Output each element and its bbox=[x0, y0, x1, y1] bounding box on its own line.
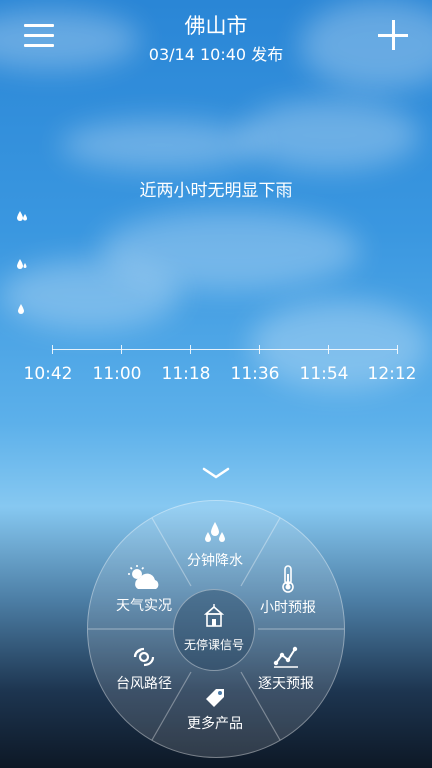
precipitation-summary: 近两小时无明显下雨 bbox=[139, 181, 293, 201]
rain-moderate-icon bbox=[17, 259, 27, 269]
school-icon bbox=[204, 604, 224, 627]
trend-line-icon bbox=[273, 646, 298, 668]
typhoon-icon bbox=[133, 647, 155, 667]
weather-observation-button[interactable]: 天气实况 bbox=[99, 565, 189, 615]
minute-precip-button[interactable]: 分钟降水 bbox=[170, 522, 260, 570]
time-label: 10:42 bbox=[23, 364, 73, 384]
time-label: 11:54 bbox=[299, 364, 349, 384]
segment-label: 更多产品 bbox=[187, 716, 243, 732]
daily-forecast-button[interactable]: 逐天预报 bbox=[241, 645, 331, 693]
axis-tick bbox=[259, 345, 260, 354]
time-label: 11:18 bbox=[161, 364, 211, 384]
axis-tick bbox=[397, 345, 398, 354]
time-label: 11:36 bbox=[230, 364, 280, 384]
axis-tick bbox=[121, 345, 122, 354]
segment-label: 天气实况 bbox=[116, 598, 172, 614]
time-axis bbox=[52, 349, 398, 350]
publish-time: 03/14 10:40 发布 bbox=[148, 45, 284, 64]
thermometer-icon bbox=[282, 565, 294, 593]
tag-icon bbox=[206, 689, 224, 707]
rain-light-icon bbox=[18, 304, 24, 314]
typhoon-track-button[interactable]: 台风路径 bbox=[99, 645, 189, 693]
city-title[interactable]: 佛山市 bbox=[0, 10, 432, 40]
axis-tick bbox=[328, 345, 329, 354]
segment-label: 小时预报 bbox=[260, 600, 316, 616]
partly-cloudy-icon bbox=[128, 565, 159, 589]
hourly-forecast-button[interactable]: 小时预报 bbox=[243, 565, 333, 617]
chevron-down-icon[interactable] bbox=[202, 467, 230, 479]
header: 佛山市 03/14 10:40 发布 bbox=[0, 0, 432, 80]
axis-tick bbox=[190, 345, 191, 354]
time-label: 11:00 bbox=[92, 364, 142, 384]
axis-tick bbox=[52, 345, 53, 354]
add-city-icon[interactable] bbox=[378, 20, 408, 50]
time-label: 12:12 bbox=[367, 364, 417, 384]
rain-heavy-icon bbox=[17, 211, 27, 221]
more-products-button[interactable]: 更多产品 bbox=[170, 687, 260, 733]
raindrops-icon bbox=[205, 522, 225, 542]
segment-label: 台风路径 bbox=[116, 676, 172, 692]
